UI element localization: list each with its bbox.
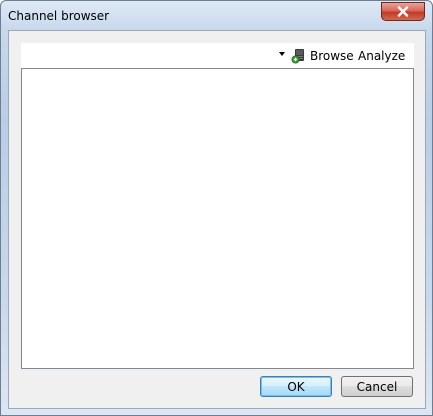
channel-list[interactable]: [21, 68, 414, 369]
toolbar: Browse Analyze: [21, 43, 414, 68]
title-bar[interactable]: Channel browser: [1, 1, 432, 31]
browse-button[interactable]: Browse: [289, 46, 356, 65]
dialog-client-area: Browse Analyze OK Cancel: [8, 30, 426, 409]
dialog-window: Channel browser Browse Analyze OK Cancel: [0, 0, 433, 416]
ok-button[interactable]: OK: [260, 376, 332, 397]
analyze-button[interactable]: Analyze: [356, 46, 407, 65]
browse-label: Browse: [310, 48, 354, 63]
close-button[interactable]: [381, 2, 425, 21]
browse-icon: [291, 48, 304, 63]
dropdown-arrow-icon[interactable]: [279, 52, 285, 56]
close-icon: [397, 6, 409, 17]
cancel-button[interactable]: Cancel: [341, 376, 413, 397]
window-title: Channel browser: [8, 9, 110, 23]
channel-panel: Browse Analyze: [21, 43, 414, 369]
